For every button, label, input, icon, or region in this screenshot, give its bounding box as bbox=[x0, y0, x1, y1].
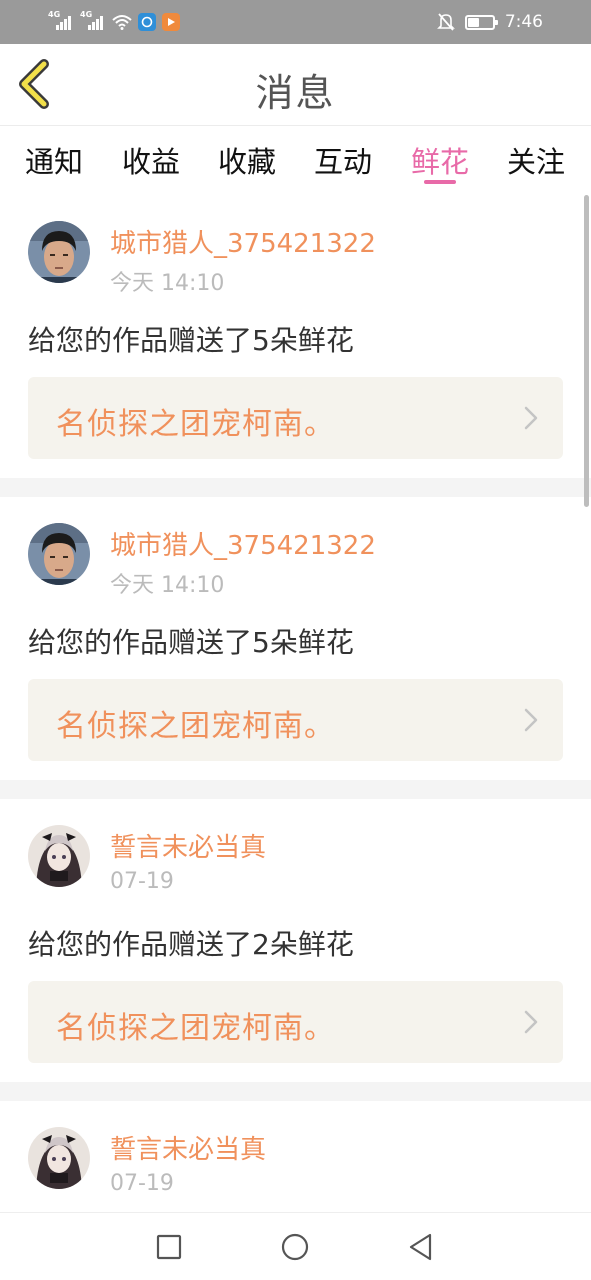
chevron-right-icon bbox=[524, 1010, 538, 1034]
avatar[interactable] bbox=[28, 1127, 90, 1189]
message-time: 07-19 bbox=[110, 869, 174, 894]
sender-name[interactable]: 城市猎人_375421322 bbox=[110, 525, 376, 562]
header: 消息 bbox=[0, 44, 591, 126]
chevron-right-icon bbox=[524, 406, 538, 430]
tab-following[interactable]: 关注 bbox=[496, 139, 576, 181]
work-link[interactable]: 名侦探之团宠柯南。 bbox=[28, 679, 563, 761]
message-time: 今天 14:10 bbox=[110, 573, 225, 598]
app-notification-icon bbox=[138, 13, 156, 31]
message-time: 07-19 bbox=[110, 1171, 174, 1196]
signal-icon: 4G bbox=[48, 11, 74, 32]
status-bar: 4G 4G 7:46 bbox=[0, 0, 591, 44]
system-nav-bar bbox=[0, 1212, 591, 1280]
avatar[interactable] bbox=[28, 523, 90, 585]
battery-level bbox=[467, 17, 479, 27]
message-text: 给您的作品赠送了5朵鲜花 bbox=[28, 324, 354, 357]
work-link[interactable]: 名侦探之团宠柯南。 bbox=[28, 377, 563, 459]
sender-name[interactable]: 誓言未必当真 bbox=[110, 1129, 266, 1166]
chevron-right-icon bbox=[524, 708, 538, 732]
message-card: 誓言未必当真 07-19 bbox=[0, 1101, 591, 1212]
play-notification-icon bbox=[162, 13, 180, 31]
message-text: 给您的作品赠送了2朵鲜花 bbox=[28, 928, 354, 961]
back-triangle-icon[interactable] bbox=[406, 1232, 436, 1262]
avatar[interactable] bbox=[28, 825, 90, 887]
message-time: 今天 14:10 bbox=[110, 271, 225, 296]
status-bar-right: 7:46 bbox=[436, 10, 543, 34]
tab-notifications[interactable]: 通知 bbox=[14, 139, 94, 181]
work-link[interactable]: 名侦探之团宠柯南。 bbox=[28, 981, 563, 1063]
scrollbar[interactable] bbox=[584, 195, 589, 507]
tab-favorites[interactable]: 收藏 bbox=[207, 139, 287, 181]
tab-interactions[interactable]: 互动 bbox=[303, 139, 383, 181]
tab-bar: 通知 收益 收藏 互动 鲜花 关注 bbox=[0, 127, 591, 195]
message-list[interactable]: 城市猎人_375421322 今天 14:10 给您的作品赠送了5朵鲜花 名侦探… bbox=[0, 195, 591, 1212]
tab-earnings[interactable]: 收益 bbox=[111, 139, 191, 181]
signal-icon: 4G bbox=[80, 11, 106, 32]
battery-icon bbox=[464, 14, 498, 30]
recent-apps-icon[interactable] bbox=[154, 1232, 184, 1262]
work-title: 名侦探之团宠柯南。 bbox=[56, 709, 335, 744]
page-title: 消息 bbox=[255, 71, 336, 115]
active-tab-indicator bbox=[424, 180, 456, 184]
sender-name[interactable]: 誓言未必当真 bbox=[110, 827, 266, 864]
sender-name[interactable]: 城市猎人_375421322 bbox=[110, 223, 376, 260]
message-card: 誓言未必当真 07-19 给您的作品赠送了2朵鲜花 名侦探之团宠柯南。 bbox=[0, 799, 591, 1082]
clock: 7:46 bbox=[504, 12, 543, 32]
wifi-icon bbox=[112, 15, 132, 30]
mute-bell-icon bbox=[436, 13, 455, 31]
work-title: 名侦探之团宠柯南。 bbox=[56, 407, 335, 442]
avatar[interactable] bbox=[28, 221, 90, 283]
home-icon[interactable] bbox=[280, 1232, 310, 1262]
work-title: 名侦探之团宠柯南。 bbox=[56, 1011, 335, 1046]
message-text: 给您的作品赠送了5朵鲜花 bbox=[28, 626, 354, 659]
tab-flowers[interactable]: 鲜花 bbox=[400, 139, 480, 181]
message-card: 城市猎人_375421322 今天 14:10 给您的作品赠送了5朵鲜花 名侦探… bbox=[0, 497, 591, 780]
status-bar-left: 4G 4G bbox=[48, 10, 180, 34]
message-card: 城市猎人_375421322 今天 14:10 给您的作品赠送了5朵鲜花 名侦探… bbox=[0, 195, 591, 478]
